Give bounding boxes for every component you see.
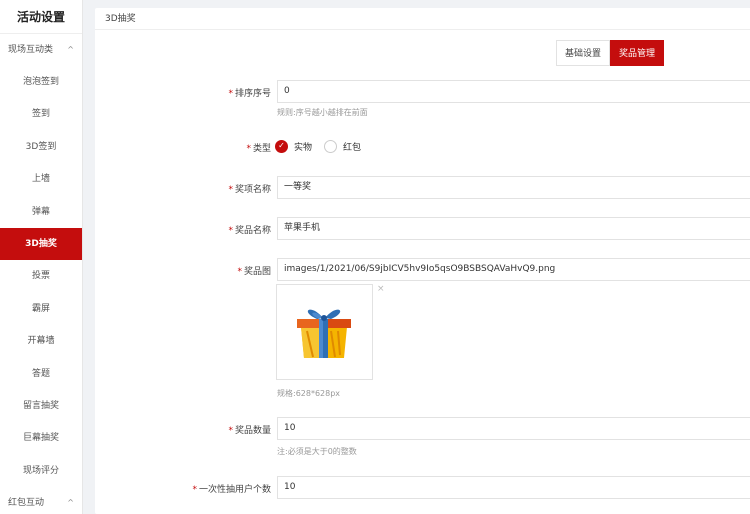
tab-prize-management[interactable]: 奖品管理 <box>610 40 664 66</box>
sidebar-item-quiz[interactable]: 答题 <box>0 358 82 390</box>
sort-label: * 排序序号 <box>228 89 271 99</box>
sidebar-item-checkin[interactable]: 签到 <box>0 98 82 130</box>
sidebar-item-vote[interactable]: 投票 <box>0 260 82 292</box>
radio-label: 实物 <box>294 142 313 153</box>
type-radio-red-packet[interactable]: 红包 <box>324 139 362 153</box>
sidebar-item-screen-takeover[interactable]: 霸屏 <box>0 293 82 325</box>
sidebar-item-message-lottery[interactable]: 留言抽奖 <box>0 390 82 422</box>
prize-name-label: * 奖品名称 <box>228 226 271 236</box>
chevron-up-icon: ^ <box>67 45 74 54</box>
sort-input[interactable]: 0 <box>277 80 750 103</box>
prize-count-label: * 奖品数量 <box>228 426 271 436</box>
prize-name-input[interactable]: 苹果手机 <box>277 217 750 240</box>
prize-image-label: * 奖品图 <box>237 267 271 277</box>
sidebar-item-3d-checkin[interactable]: 3D签到 <box>0 131 82 163</box>
prize-image-path-input[interactable]: images/1/2021/06/S9jbICV5hv9Io5qsO9BSBSQ… <box>277 258 750 281</box>
sidebar-item-danmaku[interactable]: 弹幕 <box>0 196 82 228</box>
prize-count-hint: 注:必须是大于0的整数 <box>277 447 357 456</box>
type-label: * 类型 <box>246 144 271 154</box>
radio-checked-icon: ✓ <box>275 139 288 153</box>
remove-image-icon[interactable]: × <box>377 284 385 294</box>
sidebar-item-live-rating[interactable]: 现场评分 <box>0 455 82 487</box>
sidebar-title: 活动设置 <box>0 0 82 34</box>
item-name-input[interactable]: 一等奖 <box>277 176 750 199</box>
prize-image-hint: 规格:628*628px <box>277 389 341 398</box>
sidebar-group-live-interaction[interactable]: 现场互动类 ^ <box>0 34 82 66</box>
tab-basic-settings[interactable]: 基础设置 <box>556 40 610 66</box>
gift-icon <box>297 309 351 358</box>
type-radio-physical[interactable]: ✓ 实物 <box>275 139 313 153</box>
main-panel: 3D抽奖 基础设置 奖品管理 * 排序序号 0 规则:序号越小越排在前面 * 类型 … <box>95 8 750 514</box>
prize-image-preview[interactable] <box>276 284 373 380</box>
sidebar-group-red-packet[interactable]: 红包互动 ^ <box>0 487 82 514</box>
radio-unchecked-icon <box>324 139 338 153</box>
type-radio-group: ✓ 实物 红包 <box>275 138 373 154</box>
chevron-up-icon: ^ <box>67 498 74 508</box>
sidebar-item-bubble-checkin[interactable]: 泡泡签到 <box>0 66 82 98</box>
sort-hint: 规则:序号越小越排在前面 <box>277 108 368 117</box>
sidebar-item-opening-wall[interactable]: 开幕墙 <box>0 325 82 357</box>
sidebar: 活动设置 现场互动类 ^ 泡泡签到 签到 3D签到 上墙 弹幕 3D抽奖 投票 … <box>0 0 83 514</box>
sidebar-item-wall[interactable]: 上墙 <box>0 163 82 195</box>
prize-count-input[interactable]: 10 <box>277 417 750 440</box>
tab-bar: 基础设置 奖品管理 <box>556 40 664 66</box>
sidebar-item-3d-lottery[interactable]: 3D抽奖 <box>0 227 82 261</box>
panel-title: 3D抽奖 <box>95 8 750 30</box>
draw-count-label: * 一次性抽用户个数 <box>192 485 271 495</box>
sidebar-group-label: 红包互动 <box>8 498 45 509</box>
sidebar-item-giant-lottery[interactable]: 巨幕抽奖 <box>0 422 82 454</box>
item-name-label: * 奖项名称 <box>228 185 271 195</box>
sidebar-group-label: 现场互动类 <box>8 45 54 55</box>
radio-label: 红包 <box>343 142 362 153</box>
draw-count-input[interactable]: 10 <box>277 476 750 499</box>
